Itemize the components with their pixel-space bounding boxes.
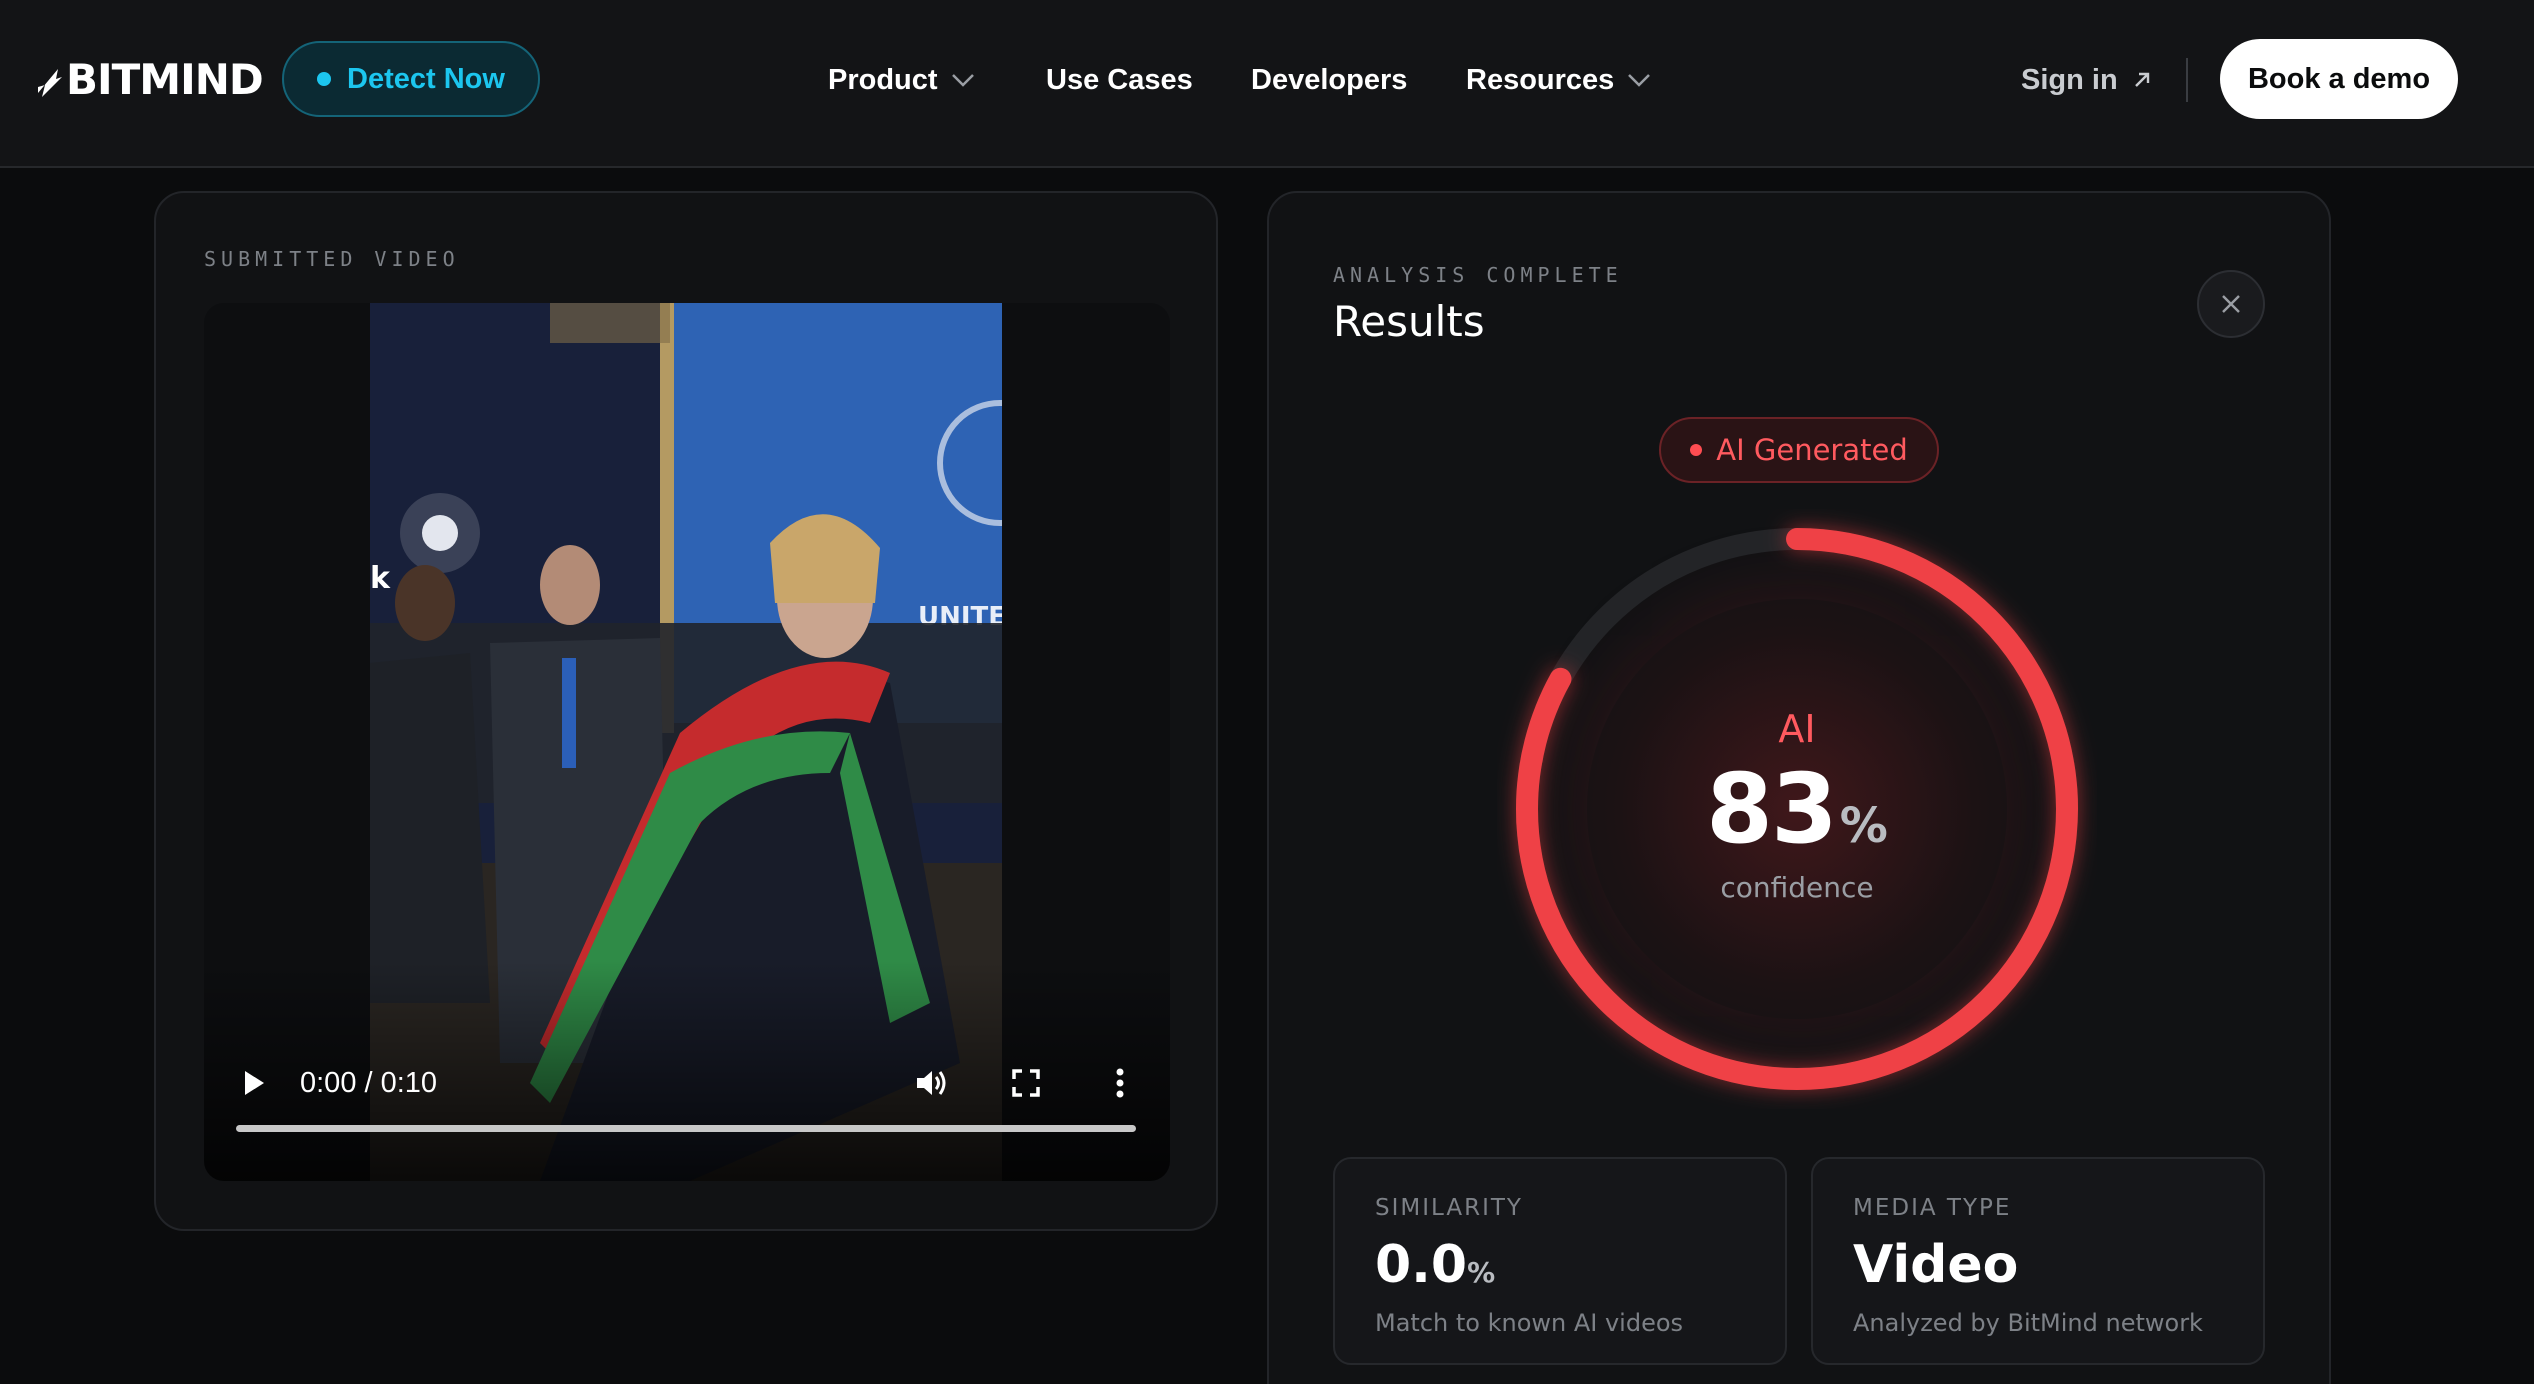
stat-value-text: Video [1853, 1235, 2019, 1295]
volume-icon[interactable] [910, 1063, 954, 1103]
gauge-caption: confidence [1720, 871, 1874, 904]
nav-developers[interactable]: Developers [1251, 58, 1407, 102]
detect-now-button[interactable]: Detect Now [282, 41, 540, 117]
logo-text: BITMIND [66, 55, 264, 104]
stat-description: Match to known AI videos [1375, 1309, 1684, 1337]
nav-resources-label: Resources [1466, 63, 1615, 96]
nav-product-label: Product [828, 63, 938, 96]
chevron-down-icon [1628, 74, 1651, 87]
video-progress-bar[interactable] [236, 1125, 1136, 1132]
nav-developers-label: Developers [1251, 63, 1408, 96]
confidence-gauge: AI 83% confidence [1497, 509, 2097, 1109]
stat-value-unit: % [1467, 1256, 1496, 1289]
verdict-dot-icon [1690, 444, 1703, 456]
results-card: ANALYSIS COMPLETE Results AI Generated A… [1267, 191, 2331, 1384]
stat-description: Analyzed by BitMind network [1853, 1309, 2203, 1337]
chevron-down-icon [951, 74, 974, 87]
top-nav-bar: BITMIND Detect Now Product Use Cases Dev… [0, 0, 2534, 168]
similarity-stat-card: SIMILARITY 0.0% Match to known AI videos [1333, 1157, 1787, 1365]
verdict-label: AI Generated [1716, 433, 1908, 467]
header-divider [2186, 58, 2188, 102]
more-options-icon[interactable] [1104, 1063, 1136, 1103]
verdict-badge: AI Generated [1659, 417, 1939, 483]
stat-label: SIMILARITY [1375, 1195, 1523, 1221]
status-dot-icon [317, 72, 332, 86]
close-results-button[interactable] [2197, 270, 2265, 338]
results-title: Results [1333, 297, 1485, 346]
nav-resources[interactable]: Resources [1466, 58, 1652, 102]
sign-in-link[interactable]: Sign in [2021, 58, 2152, 102]
logo-mark-icon [38, 69, 62, 97]
stat-value-number: 0.0 [1375, 1235, 1468, 1295]
media-type-stat-card: MEDIA TYPE Video Analyzed by BitMind net… [1811, 1157, 2265, 1365]
submitted-video-heading: SUBMITTED VIDEO [204, 247, 460, 271]
analysis-status-heading: ANALYSIS COMPLETE [1333, 263, 1623, 287]
gauge-class-label: AI [1778, 707, 1816, 751]
play-icon[interactable] [234, 1063, 274, 1103]
submitted-video-card: SUBMITTED VIDEO UNITE k 0:00 / 0:10 [154, 191, 1218, 1231]
video-time-display: 0:00 / 0:10 [300, 1067, 438, 1099]
arrow-up-right-icon [2134, 72, 2149, 87]
gauge-value: 83% [1497, 753, 2097, 865]
nav-use-cases-label: Use Cases [1046, 63, 1193, 96]
gauge-value-number: 83 [1706, 753, 1838, 865]
book-demo-button[interactable]: Book a demo [2220, 39, 2458, 119]
nav-use-cases[interactable]: Use Cases [1046, 58, 1193, 102]
sign-in-label: Sign in [2021, 63, 2118, 96]
stat-value: Video [1853, 1235, 2018, 1295]
detect-now-label: Detect Now [347, 62, 505, 95]
gauge-value-unit: % [1839, 798, 1888, 854]
bitmind-logo[interactable]: BITMIND [36, 55, 264, 104]
fullscreen-icon[interactable] [1006, 1063, 1046, 1103]
close-icon [2222, 295, 2240, 313]
nav-product[interactable]: Product [828, 58, 976, 102]
video-player[interactable]: UNITE k 0:00 / 0:10 [204, 303, 1170, 1181]
stat-label: MEDIA TYPE [1853, 1195, 2012, 1221]
stat-value: 0.0% [1375, 1235, 1495, 1295]
svg-text:k: k [370, 561, 391, 596]
